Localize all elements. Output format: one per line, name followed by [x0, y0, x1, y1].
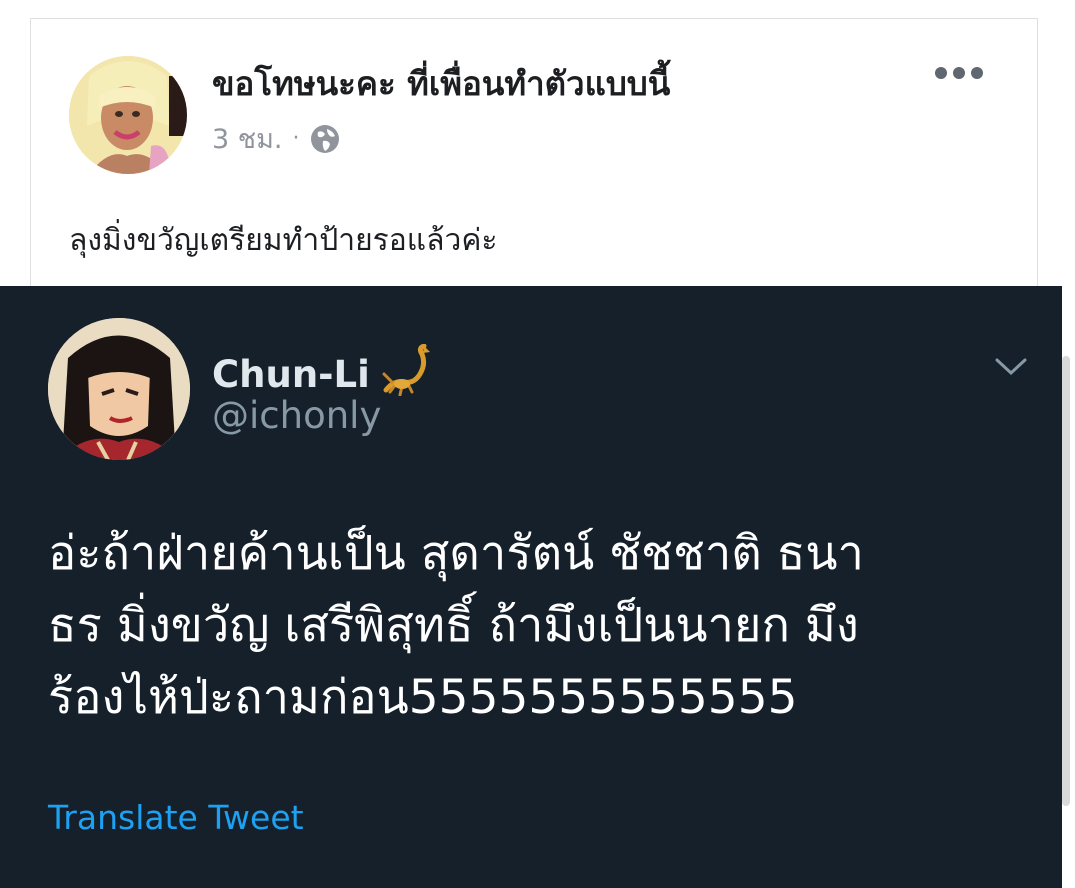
post-meta: 3 ชม. · — [212, 117, 341, 160]
tweet-line: อ่ะถ้าฝ่ายค้านเป็น สุดารัตน์ ชัชชาติ ธนา — [48, 526, 864, 581]
scrollbar-thumb[interactable] — [1062, 356, 1070, 806]
tweet-handle: @ichonly — [212, 394, 382, 437]
chevron-down-icon — [994, 356, 1028, 382]
more-horizontal-icon — [935, 67, 947, 79]
page-gutter — [1062, 286, 1075, 888]
tweet-body: อ่ะถ้าฝ่ายค้านเป็น สุดารัตน์ ชัชชาติ ธนา… — [48, 518, 1008, 734]
tweet-line: ร้องไห้ป่ะถามก่อน5555555555555 — [48, 670, 798, 725]
author-avatar[interactable] — [69, 56, 187, 174]
tweet-avatar — [48, 318, 190, 460]
more-options-button[interactable] — [935, 67, 983, 79]
anime-avatar-image — [48, 318, 190, 460]
more-dot — [971, 67, 983, 79]
scorpion-emoji-icon — [380, 343, 438, 405]
author-name[interactable]: ขอโทษนะคะ ที่เพื่อนทำตัวแบบนี้ — [212, 57, 670, 110]
tweet-screenshot: Chun-Li @ichonly อ่ะถ้าฝ่ายค้านเป็น สุดา… — [0, 286, 1062, 888]
meta-separator: · — [292, 126, 300, 151]
post-timestamp[interactable]: 3 ชม. — [212, 117, 282, 160]
globe-icon[interactable] — [309, 123, 341, 155]
more-dot — [953, 67, 965, 79]
facebook-post-card: ขอโทษนะคะ ที่เพื่อนทำตัวแบบนี้ 3 ชม. · ล… — [30, 18, 1038, 288]
post-text: ลุงมิ่งขวัญเตรียมทำป้ายรอแล้วค่ะ — [69, 223, 498, 258]
tweet-line: ธร มิ่งขวัญ เสรีพิสุทธิ์ ถ้ามึงเป็นนายก … — [48, 598, 859, 653]
avatar-image — [69, 56, 187, 174]
translate-tweet-link: Translate Tweet — [48, 798, 304, 837]
display-name-text: Chun-Li — [212, 353, 370, 396]
